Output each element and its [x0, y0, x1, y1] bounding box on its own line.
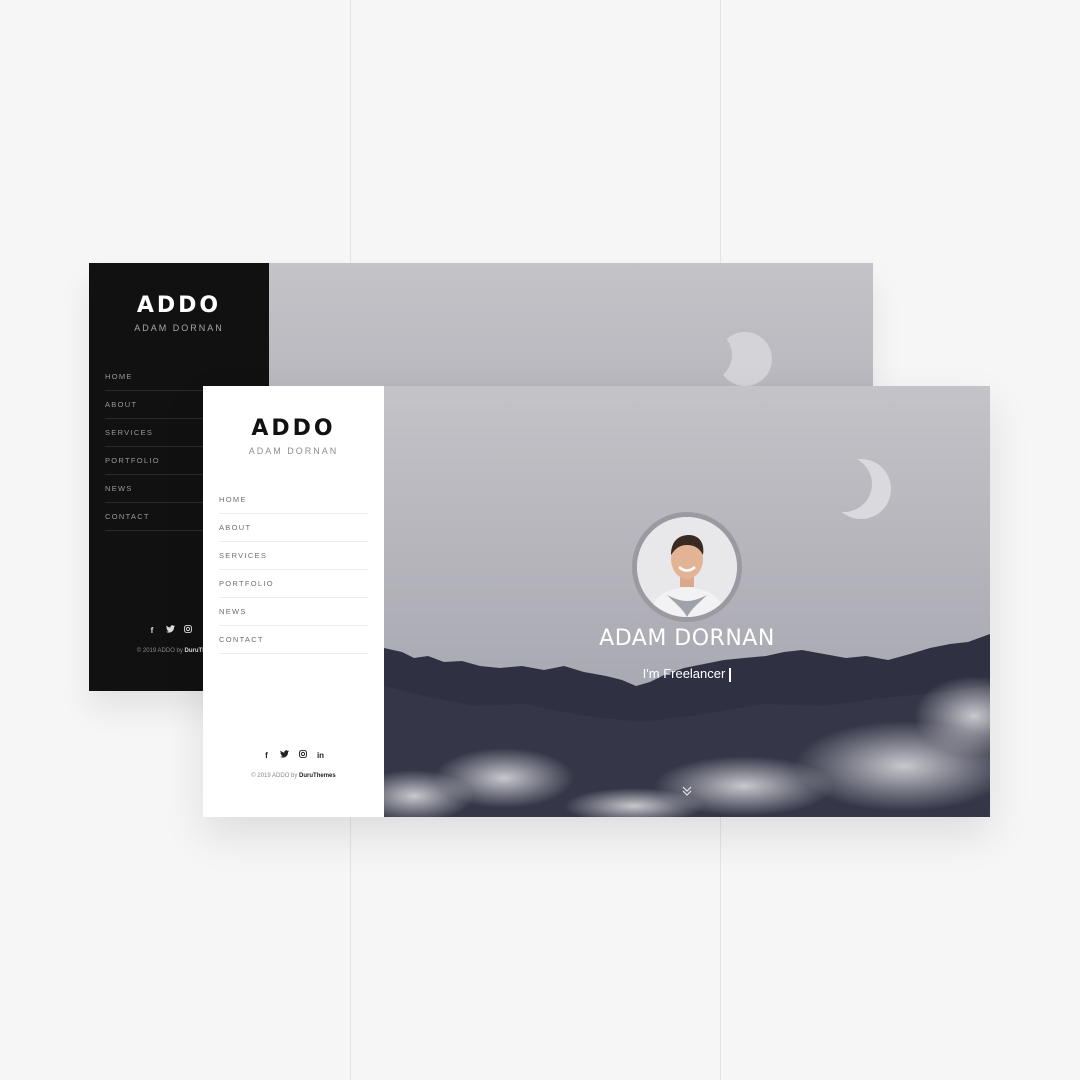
light-theme-preview: ADDO ADAM DORNAN HOME ABOUT SERVICES POR… [203, 386, 990, 817]
scroll-down-chevron-icon[interactable] [680, 784, 694, 798]
sidebar: ADDO ADAM DORNAN HOME ABOUT SERVICES POR… [203, 386, 384, 817]
nav-item-contact[interactable]: CONTACT [219, 626, 368, 654]
nav-item-services[interactable]: SERVICES [219, 542, 368, 570]
twitter-icon[interactable] [164, 625, 176, 637]
nav-item-news[interactable]: NEWS [219, 598, 368, 626]
site-logo[interactable]: ADDO [203, 416, 384, 441]
social-links: f in [203, 750, 384, 762]
site-subtitle: ADAM DORNAN [248, 446, 339, 456]
facebook-icon[interactable]: f [146, 625, 158, 637]
hero-name: ADAM DORNAN [599, 626, 775, 651]
brand-link[interactable]: DuruThemes [299, 773, 336, 779]
sidebar-nav: HOME ABOUT SERVICES PORTFOLIO NEWS CONTA… [219, 486, 368, 654]
twitter-icon[interactable] [279, 750, 291, 762]
avatar [632, 512, 742, 622]
site-logo[interactable]: ADDO [89, 293, 269, 318]
site-subtitle: ADAM DORNAN [134, 323, 224, 333]
facebook-icon[interactable]: f [261, 750, 273, 762]
instagram-icon[interactable] [297, 750, 309, 762]
nav-item-about[interactable]: ABOUT [219, 514, 368, 542]
hero-tagline: I'm Freelancer [384, 666, 990, 682]
nav-item-home[interactable]: HOME [219, 486, 368, 514]
instagram-icon[interactable] [182, 625, 194, 637]
copyright-text: © 2019 ADDO by DuruThemes [251, 773, 336, 779]
person-photo [637, 517, 737, 617]
typing-cursor [729, 667, 732, 682]
hero-section: ADAM DORNAN I'm Freelancer [384, 386, 990, 817]
nav-item-portfolio[interactable]: PORTFOLIO [219, 570, 368, 598]
linkedin-icon[interactable]: in [315, 750, 327, 762]
